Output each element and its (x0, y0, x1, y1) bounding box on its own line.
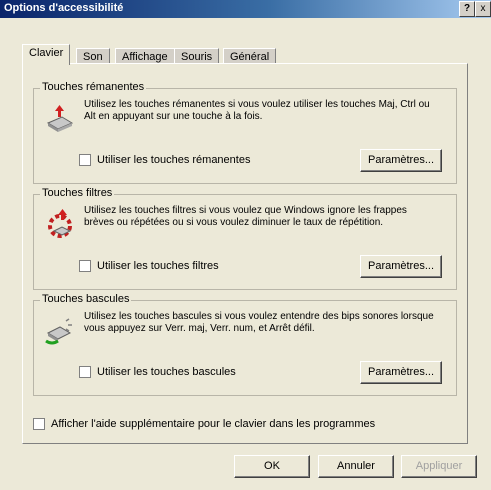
filter-keys-checkbox[interactable]: Utiliser les touches filtres (79, 259, 219, 273)
toggle-keys-settings-button[interactable]: Paramètres... (360, 361, 442, 384)
checkbox-box[interactable] (79, 366, 91, 379)
filter-keys-icon (44, 209, 76, 241)
filter-keys-group: Touches filtres Utilisez les touches fil… (33, 187, 457, 290)
apply-button[interactable]: Appliquer (401, 455, 477, 478)
checkbox-box[interactable] (33, 418, 45, 431)
sticky-keys-checkbox[interactable]: Utiliser les touches rémanentes (79, 153, 250, 167)
toggle-keys-checkbox[interactable]: Utiliser les touches bascules (79, 365, 236, 379)
sticky-keys-description: Utilisez les touches rémanentes si vous … (84, 99, 430, 122)
checkbox-box[interactable] (79, 260, 91, 273)
filter-keys-settings-button[interactable]: Paramètres... (360, 255, 442, 278)
filter-keys-checkbox-label: Utiliser les touches filtres (97, 260, 219, 272)
toggle-keys-title: Touches bascules (40, 293, 132, 305)
toggle-keys-icon (44, 315, 76, 347)
accessibility-options-dialog: Options d'accessibilité ? x Clavier Son … (0, 0, 491, 490)
toggle-keys-checkbox-label: Utiliser les touches bascules (97, 366, 236, 378)
sticky-keys-settings-button[interactable]: Paramètres... (360, 149, 442, 172)
filter-keys-title: Touches filtres (40, 187, 115, 199)
sticky-keys-icon (44, 103, 76, 135)
extra-help-checkbox-label: Afficher l'aide supplémentaire pour le c… (51, 418, 376, 430)
filter-keys-description: Utilisez les touches filtres si vous vou… (84, 205, 407, 228)
extra-help-checkbox[interactable]: Afficher l'aide supplémentaire pour le c… (33, 417, 375, 431)
close-button[interactable]: x (475, 1, 491, 17)
toggle-keys-group: Touches bascules Utilisez les touches ba… (33, 293, 457, 396)
keyboard-panel: Touches rémanentes Utilisez les touches … (22, 63, 468, 444)
title-bar[interactable]: Options d'accessibilité ? x (0, 0, 491, 18)
tab-keyboard[interactable]: Clavier (22, 44, 71, 65)
window-title: Options d'accessibilité (4, 2, 124, 14)
cancel-button[interactable]: Annuler (318, 455, 394, 478)
sticky-keys-group: Touches rémanentes Utilisez les touches … (33, 81, 457, 184)
ok-button[interactable]: OK (234, 455, 310, 478)
help-button[interactable]: ? (459, 1, 475, 17)
toggle-keys-description: Utilisez les touches bascules si vous vo… (84, 311, 434, 334)
checkbox-box[interactable] (79, 154, 91, 167)
sticky-keys-title: Touches rémanentes (40, 81, 147, 93)
sticky-keys-checkbox-label: Utiliser les touches rémanentes (97, 154, 251, 166)
